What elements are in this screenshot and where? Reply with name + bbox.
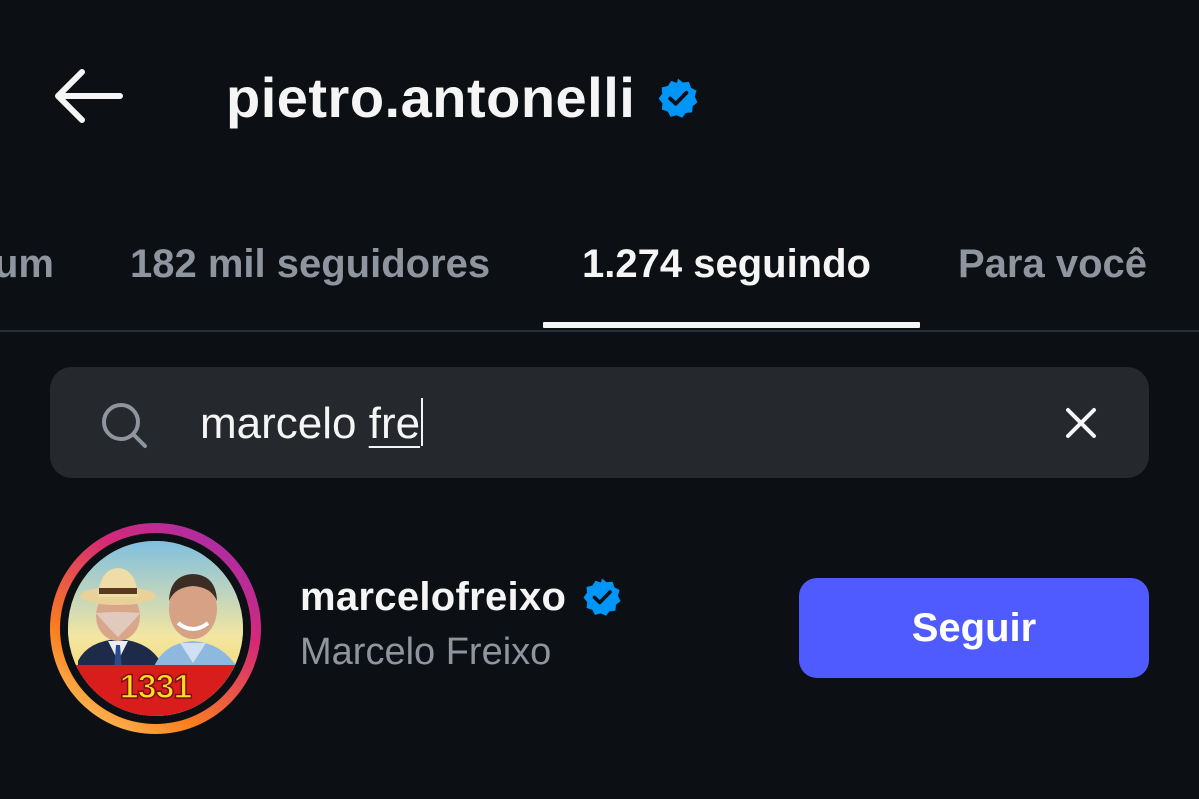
clear-search-button[interactable]	[1056, 398, 1106, 448]
search-composing-text: fre	[368, 399, 421, 448]
text-caret	[421, 398, 424, 446]
tab-previous[interactable]: um	[0, 234, 54, 294]
header: pietro.antonelli	[0, 0, 1199, 190]
profile-username: pietro.antonelli	[226, 66, 636, 129]
account-name-row: marcelofreixo	[300, 572, 622, 622]
profile-title: pietro.antonelli	[226, 58, 699, 138]
close-icon	[1066, 408, 1096, 438]
back-button[interactable]	[48, 62, 128, 130]
following-list-screen: pietro.antonelli um 182 mil seguidores 1…	[0, 0, 1199, 799]
search-input[interactable]: marcelo fre	[200, 394, 960, 454]
tab-following[interactable]: 1.274 seguindo	[582, 234, 871, 294]
verified-badge-icon	[583, 578, 621, 616]
profile-tabs: um 182 mil seguidores 1.274 seguindo Par…	[0, 210, 1199, 332]
account-full-name: Marcelo Freixo	[300, 631, 552, 673]
account-username[interactable]: marcelofreixo	[300, 572, 566, 622]
follow-button[interactable]: Seguir	[799, 578, 1149, 678]
tabs-divider	[0, 330, 1199, 332]
tab-for-you[interactable]: Para você	[958, 234, 1147, 294]
search-icon	[102, 403, 147, 448]
arrow-left-icon	[55, 69, 123, 123]
avatar-badge-number: 1331	[119, 667, 193, 707]
verified-badge-icon	[658, 78, 698, 118]
search-text: marcelo	[200, 399, 369, 448]
active-tab-indicator	[543, 322, 920, 328]
tab-followers[interactable]: 182 mil seguidores	[130, 234, 490, 294]
